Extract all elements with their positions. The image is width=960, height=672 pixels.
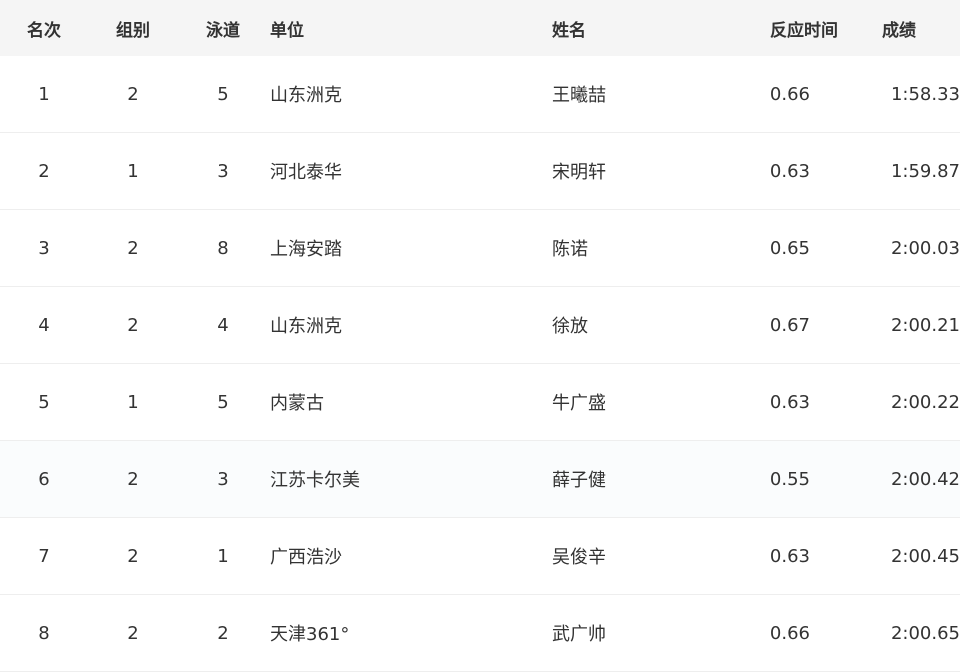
header-lane: 泳道 — [178, 0, 268, 56]
table-row: 2 1 3 河北泰华 宋明轩 0.63 1:59.87 — [0, 132, 960, 210]
header-reaction: 反应时间 — [726, 0, 838, 56]
cell-name: 吴俊辛 — [552, 517, 726, 595]
header-unit: 单位 — [268, 0, 552, 56]
table-row: 1 2 5 山东洲克 王曦喆 0.66 1:58.33 — [0, 56, 960, 133]
cell-rank: 4 — [0, 286, 88, 364]
cell-group: 2 — [88, 286, 178, 364]
cell-name: 薛子健 — [552, 440, 726, 518]
cell-rank: 8 — [0, 594, 88, 672]
table-row: 7 2 1 广西浩沙 吴俊辛 0.63 2:00.45 — [0, 517, 960, 595]
cell-group: 2 — [88, 594, 178, 672]
cell-reaction: 0.65 — [726, 209, 838, 287]
cell-result: 2:00.03 — [838, 209, 960, 287]
cell-result: 2:00.21 — [838, 286, 960, 364]
cell-reaction: 0.63 — [726, 517, 838, 595]
header-result: 成绩 — [838, 0, 960, 56]
table-row: 6 2 3 江苏卡尔美 薛子健 0.55 2:00.42 — [0, 440, 960, 518]
cell-unit: 内蒙古 — [268, 363, 552, 441]
cell-group: 2 — [88, 209, 178, 287]
cell-rank: 2 — [0, 132, 88, 210]
cell-result: 1:59.87 — [838, 132, 960, 210]
cell-lane: 2 — [178, 594, 268, 672]
cell-name: 牛广盛 — [552, 363, 726, 441]
cell-name: 武广帅 — [552, 594, 726, 672]
cell-unit: 天津361° — [268, 594, 552, 672]
results-table: 名次 组别 泳道 单位 姓名 反应时间 成绩 1 2 5 山东洲克 王曦喆 0.… — [0, 0, 960, 672]
cell-lane: 8 — [178, 209, 268, 287]
cell-group: 1 — [88, 363, 178, 441]
cell-result: 2:00.65 — [838, 594, 960, 672]
cell-reaction: 0.63 — [726, 363, 838, 441]
cell-lane: 1 — [178, 517, 268, 595]
header-rank: 名次 — [0, 0, 88, 56]
cell-reaction: 0.55 — [726, 440, 838, 518]
cell-unit: 上海安踏 — [268, 209, 552, 287]
cell-result: 2:00.45 — [838, 517, 960, 595]
cell-reaction: 0.63 — [726, 132, 838, 210]
table-header-row: 名次 组别 泳道 单位 姓名 反应时间 成绩 — [0, 0, 960, 56]
cell-unit: 江苏卡尔美 — [268, 440, 552, 518]
cell-name: 徐放 — [552, 286, 726, 364]
cell-group: 2 — [88, 56, 178, 133]
cell-reaction: 0.66 — [726, 56, 838, 133]
cell-unit: 山东洲克 — [268, 286, 552, 364]
cell-unit: 广西浩沙 — [268, 517, 552, 595]
cell-name: 王曦喆 — [552, 56, 726, 133]
cell-name: 陈诺 — [552, 209, 726, 287]
cell-unit: 河北泰华 — [268, 132, 552, 210]
cell-rank: 7 — [0, 517, 88, 595]
cell-lane: 5 — [178, 56, 268, 133]
cell-lane: 5 — [178, 363, 268, 441]
cell-lane: 3 — [178, 440, 268, 518]
cell-result: 2:00.42 — [838, 440, 960, 518]
table-row: 8 2 2 天津361° 武广帅 0.66 2:00.65 — [0, 594, 960, 672]
header-group: 组别 — [88, 0, 178, 56]
cell-rank: 6 — [0, 440, 88, 518]
cell-group: 1 — [88, 132, 178, 210]
table-row: 4 2 4 山东洲克 徐放 0.67 2:00.21 — [0, 286, 960, 364]
cell-result: 2:00.22 — [838, 363, 960, 441]
header-name: 姓名 — [552, 0, 726, 56]
cell-rank: 3 — [0, 209, 88, 287]
cell-lane: 4 — [178, 286, 268, 364]
cell-rank: 5 — [0, 363, 88, 441]
cell-group: 2 — [88, 517, 178, 595]
cell-reaction: 0.66 — [726, 594, 838, 672]
cell-unit: 山东洲克 — [268, 56, 552, 133]
cell-group: 2 — [88, 440, 178, 518]
cell-lane: 3 — [178, 132, 268, 210]
cell-name: 宋明轩 — [552, 132, 726, 210]
cell-reaction: 0.67 — [726, 286, 838, 364]
table-row: 3 2 8 上海安踏 陈诺 0.65 2:00.03 — [0, 209, 960, 287]
cell-result: 1:58.33 — [838, 56, 960, 133]
table-row: 5 1 5 内蒙古 牛广盛 0.63 2:00.22 — [0, 363, 960, 441]
cell-rank: 1 — [0, 56, 88, 133]
